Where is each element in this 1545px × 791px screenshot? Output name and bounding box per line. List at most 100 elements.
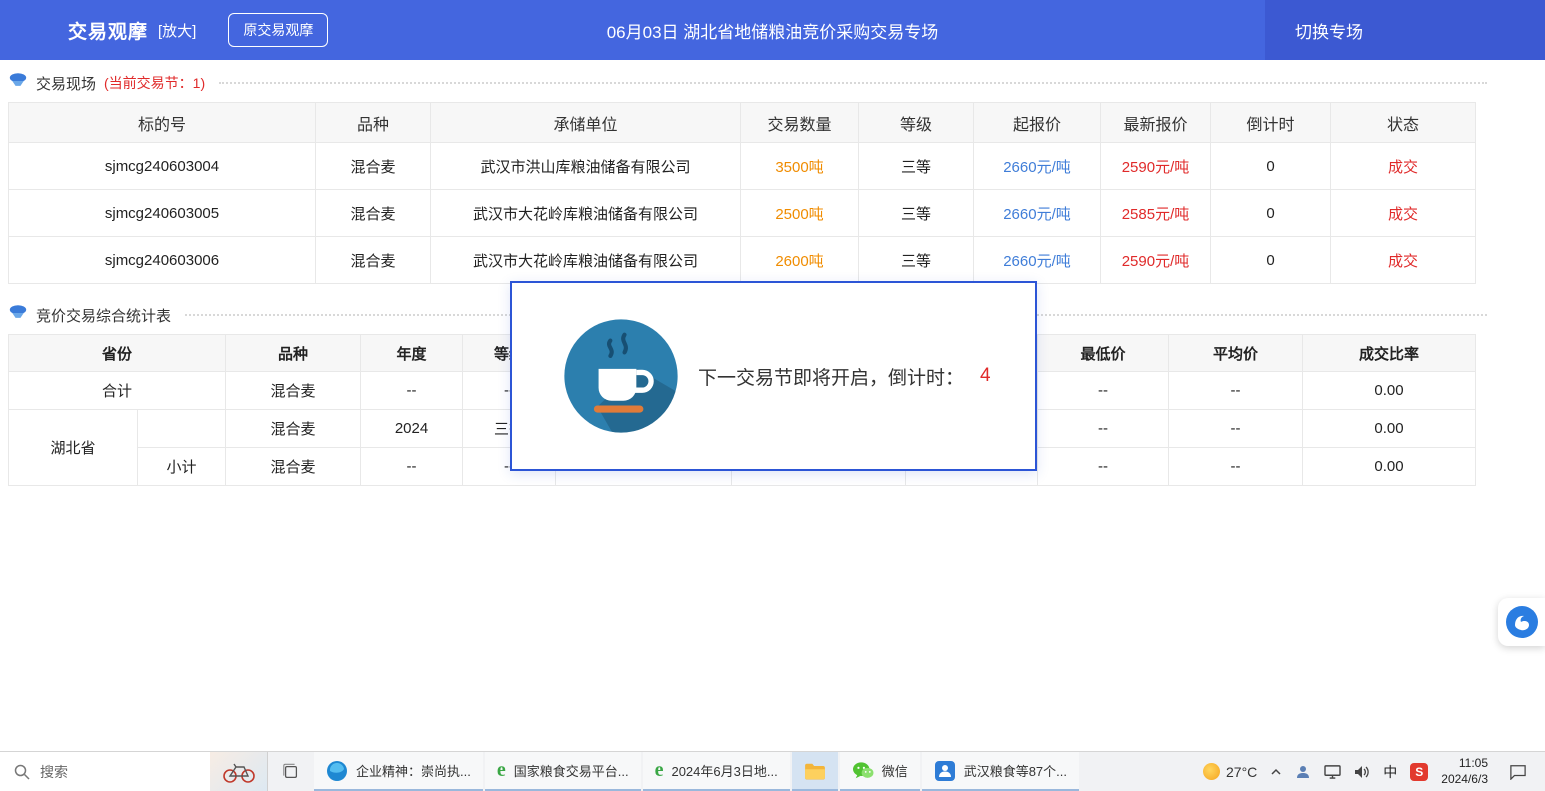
col-header: 状态: [1331, 103, 1476, 143]
bicycle-icon: [222, 760, 256, 784]
depot: 武汉市大花岭库粮油储备有限公司: [431, 237, 741, 284]
clock-widget[interactable]: 11:05 2024/6/3: [1441, 756, 1488, 787]
status: 成交: [1331, 143, 1476, 190]
countdown: 0: [1211, 237, 1331, 284]
modal-countdown: 4: [980, 365, 991, 387]
countdown: 0: [1211, 190, 1331, 237]
col-header: 品种: [316, 103, 431, 143]
col-header: 交易数量: [741, 103, 859, 143]
search-placeholder: 搜索: [40, 762, 210, 782]
hidden-icons-chevron[interactable]: [1270, 766, 1282, 778]
header-left-group: 交易观摩 [放大] 原交易观摩: [0, 13, 328, 47]
ie-green-icon: e: [655, 759, 664, 782]
clock-date: 2024/6/3: [1441, 772, 1488, 788]
taskbar-app-label: 微信: [882, 761, 908, 780]
volume-icon[interactable]: [1354, 765, 1370, 779]
live-trading-table: 标的号 品种 承储单位 交易数量 等级 起报价 最新报价 倒计时 状态 sjmc…: [8, 102, 1476, 284]
variety: 混合麦: [226, 372, 361, 410]
col-header: 起报价: [974, 103, 1101, 143]
grade: 三等: [859, 190, 974, 237]
lot-id: sjmcg240603004: [9, 143, 316, 190]
next-session-modal: 下一交易节即将开启，倒计时： 4: [510, 281, 1037, 471]
deal-ratio: 0.00: [1303, 448, 1476, 486]
col-header: 标的号: [9, 103, 316, 143]
stats-section-title: 竞价交易综合统计表: [36, 305, 171, 326]
taskbar-app-label: 2024年6月3日地...: [671, 761, 777, 780]
network-icon[interactable]: [1324, 764, 1341, 779]
grade: 三等: [859, 237, 974, 284]
lot-id: sjmcg240603006: [9, 237, 316, 284]
dotted-divider: [219, 82, 1487, 84]
latest-price: 2585元/吨: [1101, 190, 1211, 237]
top-header-bar: 交易观摩 [放大] 原交易观摩 06月03日 湖北省地储粮油竞价采购交易专场 切…: [0, 0, 1545, 60]
variety: 混合麦: [316, 237, 431, 284]
search-icon: [14, 764, 30, 780]
taskbar-app-wechat[interactable]: 微信: [840, 752, 920, 791]
col-header: 倒计时: [1211, 103, 1331, 143]
table-row: sjmcg240603004 混合麦 武汉市洪山库粮油储备有限公司 3500吨 …: [9, 143, 1476, 190]
col-header: 年度: [361, 335, 463, 372]
live-section-header: 交易现场 (当前交易节：1): [8, 66, 1487, 100]
taskbar-app-june3-session[interactable]: e 2024年6月3日地...: [643, 752, 790, 791]
latest-price: 2590元/吨: [1101, 237, 1211, 284]
windows-taskbar: 搜索 企业精神：崇尚执... e 国家粮食交易平台...: [0, 751, 1545, 791]
year: --: [361, 448, 463, 486]
taskbar-app-file-explorer[interactable]: [792, 752, 838, 791]
section-icon: [8, 304, 28, 327]
col-header: 最低价: [1038, 335, 1169, 372]
taskbar-search[interactable]: 搜索: [0, 752, 268, 791]
start-price: 2660元/吨: [974, 143, 1101, 190]
min-price: --: [1038, 448, 1169, 486]
col-header: 等级: [859, 103, 974, 143]
service-icon: [1505, 605, 1539, 639]
modal-message-row: 下一交易节即将开启，倒计时： 4: [698, 363, 991, 390]
variety: 混合麦: [316, 143, 431, 190]
province: 湖北省: [9, 410, 138, 486]
zoom-link[interactable]: [放大]: [158, 20, 196, 41]
countdown: 0: [1211, 143, 1331, 190]
col-header: 承储单位: [431, 103, 741, 143]
browser-blue-icon: [326, 760, 348, 782]
grade: 三等: [859, 143, 974, 190]
service-float-button[interactable]: [1498, 598, 1545, 646]
col-header: 最新报价: [1101, 103, 1211, 143]
col-header: 平均价: [1169, 335, 1303, 372]
taskbar-apps: 企业精神：崇尚执... e 国家粮食交易平台... e 2024年6月3日地..…: [314, 752, 1081, 791]
section-icon: [8, 72, 28, 95]
action-center-button[interactable]: [1501, 764, 1535, 780]
taskbar-app-grain-platform[interactable]: e 国家粮食交易平台...: [485, 752, 641, 791]
year: 2024: [361, 410, 463, 448]
switch-session-button[interactable]: 切换专场: [1265, 0, 1545, 60]
modal-message: 下一交易节即将开启，倒计时：: [698, 363, 964, 390]
year: --: [361, 372, 463, 410]
table-header-row: 标的号 品种 承储单位 交易数量 等级 起报价 最新报价 倒计时 状态: [9, 103, 1476, 143]
latest-price: 2590元/吨: [1101, 143, 1211, 190]
system-tray: 27°C 中 S 11:05 2024/6/3: [1203, 752, 1545, 791]
province-sub: 小计: [138, 448, 226, 486]
folder-icon: [804, 762, 826, 780]
col-header: 品种: [226, 335, 361, 372]
taskbar-app-label: 武汉粮食等87个...: [964, 761, 1067, 780]
quantity: 3500吨: [741, 143, 859, 190]
ime-indicator[interactable]: 中: [1383, 762, 1397, 782]
col-header: 省份: [9, 335, 226, 372]
task-view-button[interactable]: [268, 752, 314, 791]
live-section-title: 交易现场: [36, 73, 96, 94]
variety: 混合麦: [226, 448, 361, 486]
start-price: 2660元/吨: [974, 190, 1101, 237]
people-icon[interactable]: [1295, 764, 1311, 780]
app-title: 交易观摩: [68, 17, 148, 44]
taskbar-app-enterprise[interactable]: 企业精神：崇尚执...: [314, 752, 483, 791]
search-highlight-image[interactable]: [210, 752, 267, 791]
table-row: sjmcg240603005 混合麦 武汉市大花岭库粮油储备有限公司 2500吨…: [9, 190, 1476, 237]
clock-time: 11:05: [1441, 756, 1488, 772]
app-blue-icon: [934, 760, 956, 782]
sogou-input-icon[interactable]: S: [1410, 763, 1428, 781]
taskbar-app-label: 企业精神：崇尚执...: [356, 761, 471, 780]
taskbar-app-wuhan-grain[interactable]: 武汉粮食等87个...: [922, 752, 1079, 791]
min-price: --: [1038, 372, 1169, 410]
depot: 武汉市大花岭库粮油储备有限公司: [431, 190, 741, 237]
weather-widget[interactable]: 27°C: [1203, 763, 1257, 780]
original-view-button[interactable]: 原交易观摩: [228, 13, 328, 47]
weather-temp: 27°C: [1226, 764, 1257, 780]
